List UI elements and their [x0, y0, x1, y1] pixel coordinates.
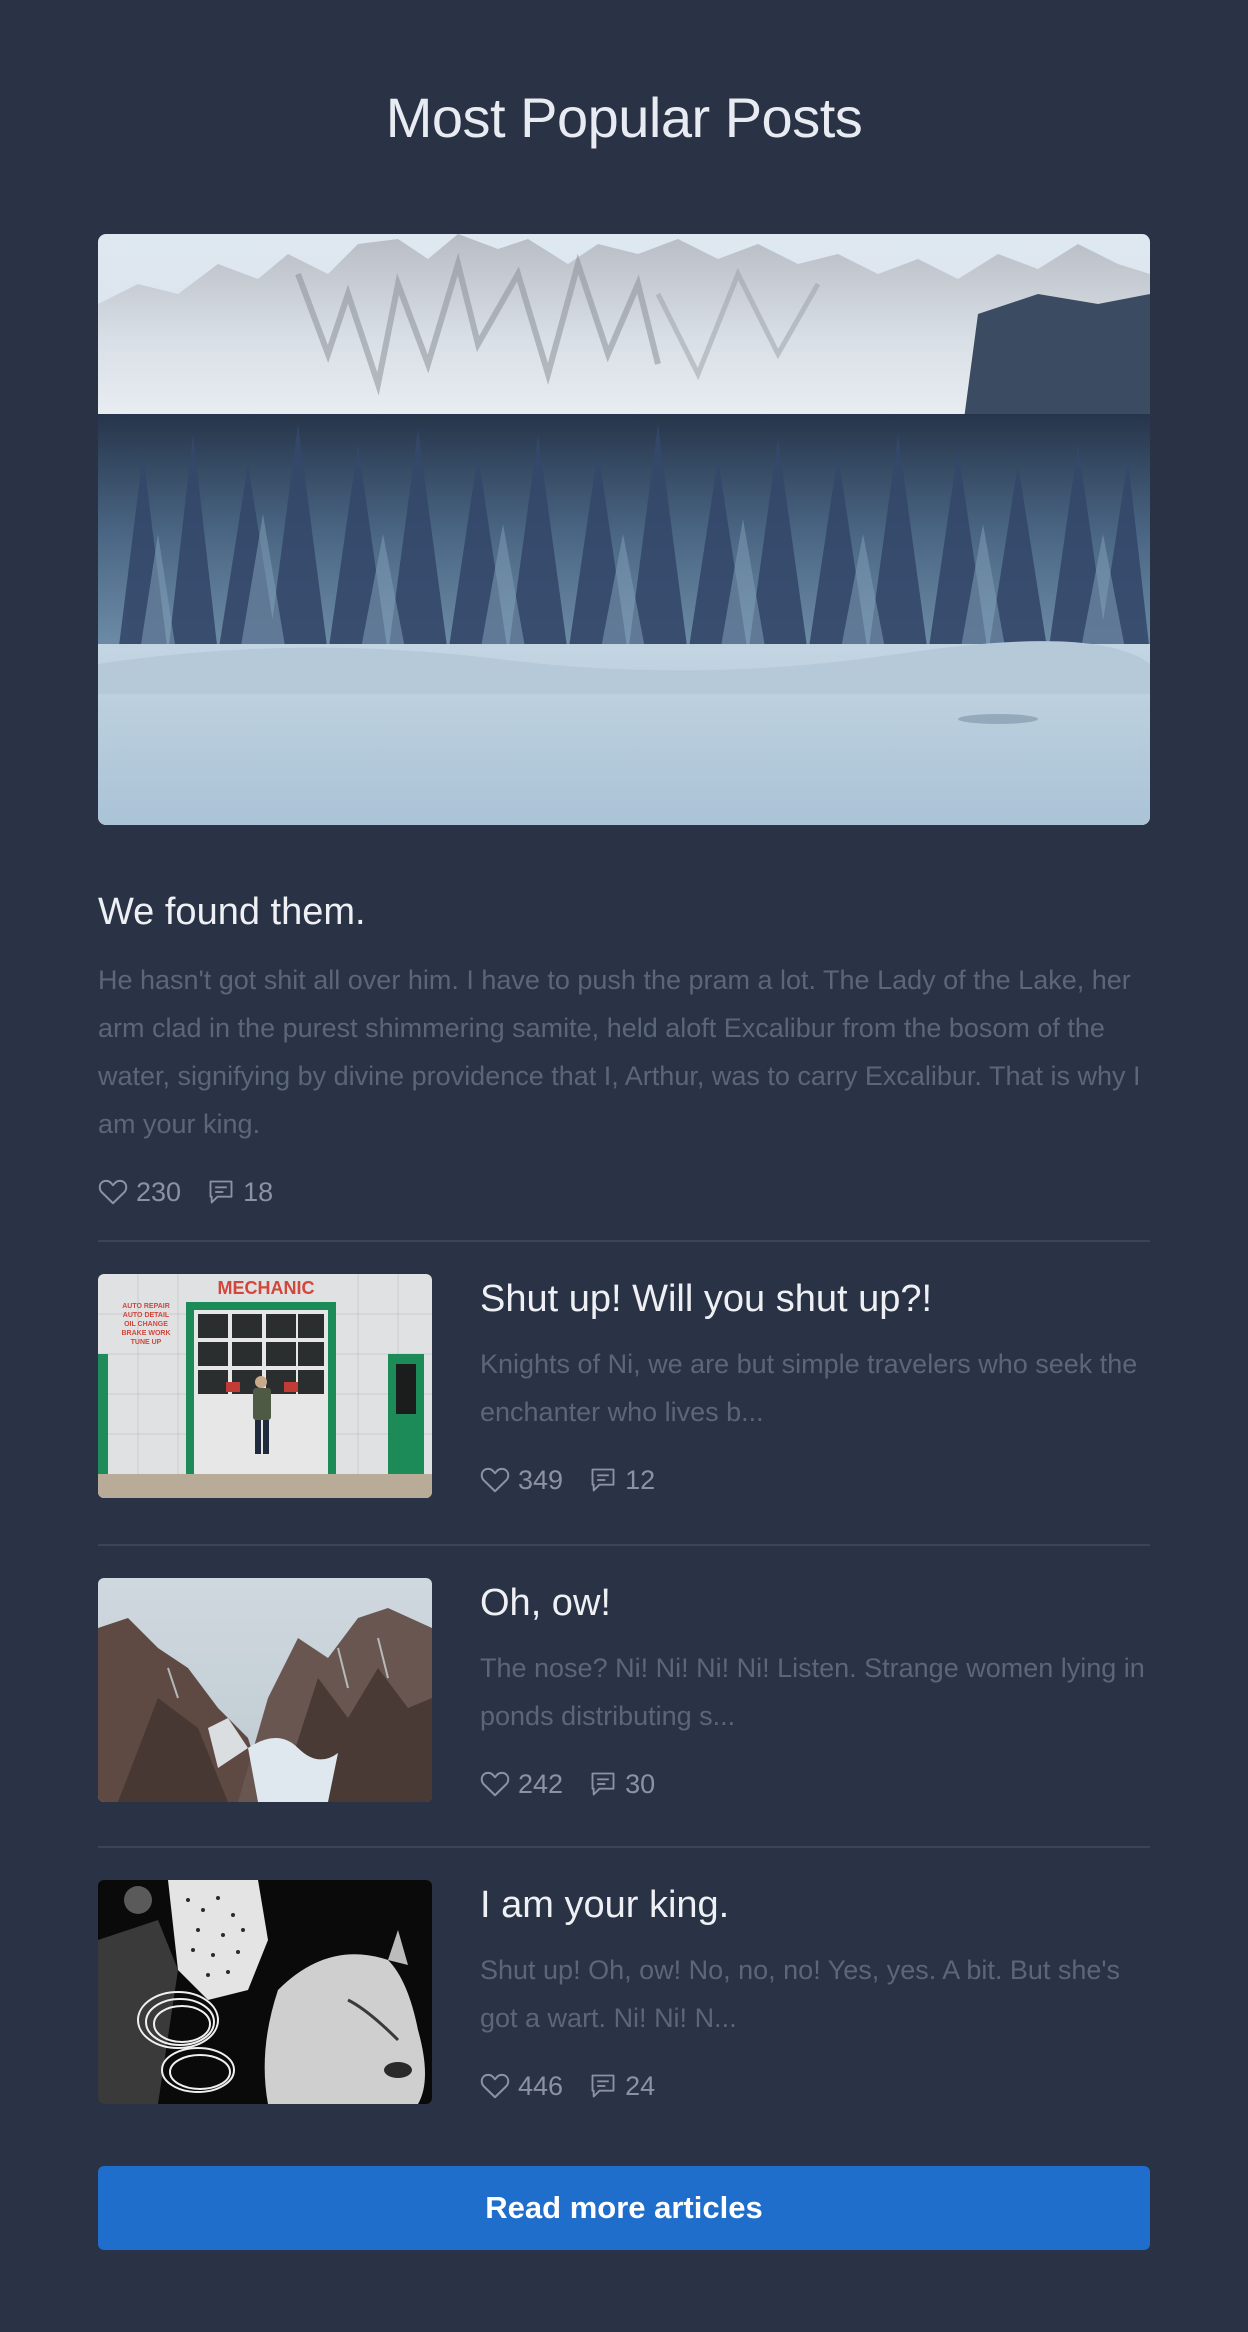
list-item: I am your king. Shut up! Oh, ow! No, no,… — [98, 1880, 1150, 2104]
comment-count: 18 — [243, 1176, 274, 1207]
post-title[interactable]: Oh, ow! — [480, 1578, 611, 1628]
divider — [98, 1846, 1150, 1848]
like-stat[interactable]: 446 — [480, 2071, 563, 2102]
post-stats: 242 30 — [480, 1764, 681, 1804]
like-count: 230 — [136, 1176, 182, 1207]
post-excerpt: Knights of Ni, we are but simple travele… — [480, 1349, 1138, 1427]
svg-text:MECHANIC: MECHANIC — [218, 1278, 315, 1298]
comment-icon — [591, 1468, 615, 1492]
heart-icon — [480, 1771, 510, 1797]
list-item: MECHANIC AUTO REPAIR AUTO DETAIL OIL CHA… — [98, 1274, 1150, 1498]
like-stat[interactable]: 230 — [98, 1177, 181, 1208]
divider — [98, 1240, 1150, 1242]
post-thumbnail[interactable] — [98, 1578, 432, 1802]
post-excerpt: The nose? Ni! Ni! Ni! Ni! Listen. Strang… — [480, 1653, 1145, 1731]
featured-post-title[interactable]: We found them. — [98, 884, 366, 940]
heart-icon — [98, 1179, 128, 1205]
post-excerpt: Shut up! Oh, ow! No, no, no! Yes, yes. A… — [480, 1955, 1121, 2033]
like-count: 349 — [518, 1464, 564, 1495]
comment-stat[interactable]: 18 — [207, 1177, 273, 1208]
post-stats: 446 24 — [480, 2066, 681, 2106]
featured-post-stats: 230 18 — [98, 1172, 299, 1212]
comment-icon — [591, 1772, 615, 1796]
comment-icon — [209, 1180, 233, 1204]
comment-stat[interactable]: 30 — [589, 1769, 655, 1800]
comment-icon — [591, 2074, 615, 2098]
post-title[interactable]: I am your king. — [480, 1880, 729, 1930]
heart-icon — [480, 2073, 510, 2099]
like-count: 242 — [518, 1768, 564, 1799]
svg-text:AUTO DETAIL: AUTO DETAIL — [123, 1312, 170, 1319]
post-thumbnail[interactable]: MECHANIC AUTO REPAIR AUTO DETAIL OIL CHA… — [98, 1274, 432, 1498]
featured-post-image[interactable] — [98, 234, 1150, 825]
svg-text:BRAKE WORK: BRAKE WORK — [122, 1330, 171, 1337]
heart-icon — [480, 1467, 510, 1493]
comment-stat[interactable]: 12 — [589, 1465, 655, 1496]
post-stats: 349 12 — [480, 1460, 681, 1500]
comment-count: 24 — [625, 2070, 656, 2101]
comment-count: 12 — [625, 1464, 656, 1495]
read-more-button[interactable]: Read more articles — [98, 2166, 1150, 2250]
svg-text:AUTO REPAIR: AUTO REPAIR — [122, 1303, 170, 1310]
svg-text:OIL CHANGE: OIL CHANGE — [124, 1321, 168, 1328]
like-count: 446 — [518, 2070, 564, 2101]
list-item: Oh, ow! The nose? Ni! Ni! Ni! Ni! Listen… — [98, 1578, 1150, 1802]
like-stat[interactable]: 242 — [480, 1769, 563, 1800]
divider — [98, 1544, 1150, 1546]
page-title: Most Popular Posts — [385, 86, 863, 149]
comment-count: 30 — [625, 1768, 656, 1799]
featured-post-excerpt: He hasn't got shit all over him. I have … — [98, 965, 1141, 1139]
post-thumbnail[interactable] — [98, 1880, 432, 2104]
svg-text:TUNE UP: TUNE UP — [131, 1339, 162, 1346]
comment-stat[interactable]: 24 — [589, 2071, 655, 2102]
post-title[interactable]: Shut up! Will you shut up?! — [480, 1274, 932, 1324]
like-stat[interactable]: 349 — [480, 1465, 563, 1496]
